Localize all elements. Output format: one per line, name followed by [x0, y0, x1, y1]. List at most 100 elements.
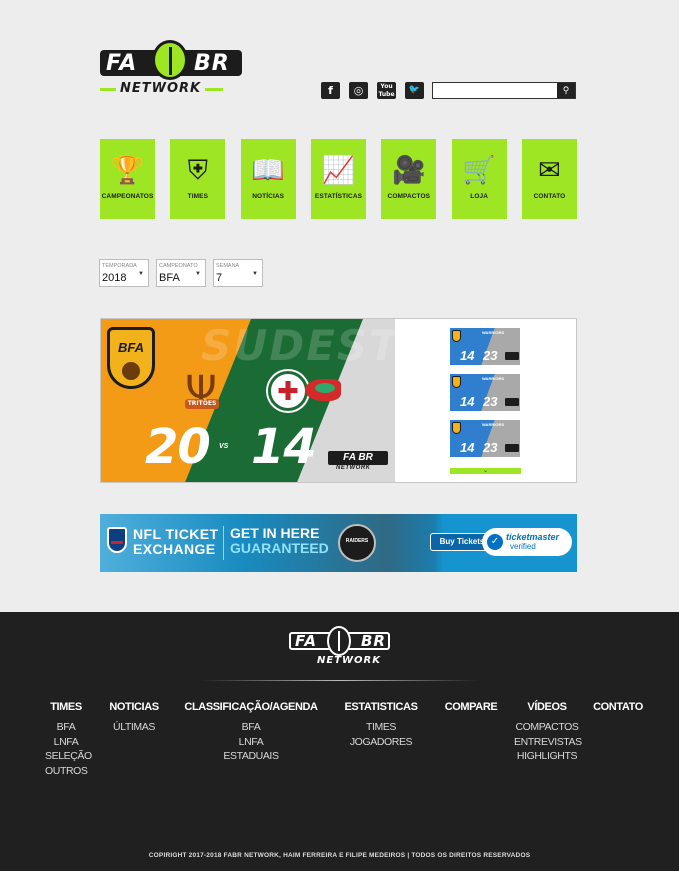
- footer-link[interactable]: OUTROS: [45, 764, 88, 779]
- season-select[interactable]: TEMPORADA 2018 ▼: [99, 259, 149, 287]
- site-footer: FA BR NETWORK TIMES BFA LNFA SELEÇÃO OUT…: [0, 612, 679, 871]
- footer-link[interactable]: COMPACTOS: [514, 720, 580, 735]
- footer-link[interactable]: JOGADORES: [344, 735, 418, 750]
- camera-icon: 🎥: [392, 155, 426, 186]
- logo-subtitle: NETWORK: [99, 81, 224, 96]
- region-title: SUDESTE: [201, 321, 395, 370]
- footer-logo[interactable]: FA BR NETWORK: [289, 626, 390, 666]
- team-name: WARRIORS: [482, 422, 504, 427]
- footer-heading[interactable]: ESTATISTICAS: [344, 701, 418, 713]
- main-nav-tiles: 🏆 CAMPEONATOS ⛨ TIMES 📖 NOTÍCIAS 📈 ESTAT…: [100, 139, 577, 219]
- score-b: 23: [483, 440, 498, 455]
- footer-col-contato: CONTATO: [589, 701, 647, 720]
- chart-icon: 📈: [321, 155, 356, 186]
- envelope-icon: ✉: [538, 155, 561, 186]
- ad-banner[interactable]: NFL TICKET EXCHANGE GET IN HERE GUARANTE…: [100, 514, 577, 572]
- footer-link[interactable]: ÚLTIMAS: [105, 720, 163, 735]
- chevron-down-icon: ⌄: [482, 468, 489, 474]
- footer-col-times: TIMES BFA LNFA SELEÇÃO OUTROS: [45, 701, 92, 779]
- search-input[interactable]: [433, 83, 558, 98]
- check-icon: ✓: [487, 534, 503, 550]
- nav-tile-loja[interactable]: 🛒 LOJA: [451, 139, 507, 219]
- nav-tile-label: NOTÍCIAS: [252, 193, 285, 200]
- footer-heading[interactable]: NOTICIAS: [105, 701, 163, 713]
- footer-link[interactable]: LNFA: [45, 735, 87, 750]
- game-thumbnail[interactable]: WARRIORS 14 23: [450, 328, 520, 365]
- footer-heading[interactable]: CONTATO: [589, 701, 647, 713]
- away-team-crest: [268, 371, 308, 411]
- raiders-logo: [338, 524, 376, 562]
- ad-cta: GET IN HERE GUARANTEED: [230, 525, 329, 556]
- team-name: WARRIORS: [482, 376, 504, 381]
- select-caption: TEMPORADA: [102, 263, 137, 269]
- football-icon: [327, 626, 351, 656]
- footer-link[interactable]: BFA: [184, 720, 318, 735]
- caret-down-icon: ▼: [195, 271, 201, 277]
- football-icon: [152, 40, 188, 80]
- game-thumbnail[interactable]: WARRIORS 14 23: [450, 420, 520, 457]
- week-select[interactable]: SEMANA 7 ▼: [213, 259, 263, 287]
- footer-link[interactable]: ENTREVISTAS: [514, 735, 582, 750]
- game-thumbnail-list: WARRIORS 14 23 WARRIORS 14 23 WARRIORS 1…: [450, 328, 522, 466]
- nav-tile-label: TIMES: [187, 193, 209, 200]
- ticketmaster-badge: ✓ ticketmaster verified: [482, 528, 572, 556]
- nav-tile-noticias[interactable]: 📖 NOTÍCIAS: [240, 139, 296, 219]
- caret-down-icon: ▼: [138, 271, 144, 277]
- load-more-button[interactable]: ⌄: [450, 468, 521, 474]
- instagram-icon[interactable]: ◎: [349, 82, 368, 99]
- ad-headline: NFL TICKET EXCHANGE: [133, 526, 219, 557]
- search-icon: ⚲: [562, 85, 570, 95]
- away-team-mascot: [305, 379, 341, 401]
- social-links: f ◎ You Tube 🐦: [321, 82, 424, 99]
- footer-link[interactable]: HIGHLIGHTS: [514, 749, 580, 764]
- score-b: 23: [483, 394, 498, 409]
- select-value: 7: [216, 272, 223, 284]
- footer-heading[interactable]: CLASSIFICAÇÃO/AGENDA: [184, 701, 318, 713]
- logo-word-right: BR: [194, 51, 230, 76]
- twitter-icon[interactable]: 🐦: [405, 82, 424, 99]
- footer-heading[interactable]: TIMES: [45, 701, 87, 713]
- game-thumbnail[interactable]: WARRIORS 14 23: [450, 374, 520, 411]
- featured-game-banner[interactable]: SUDESTE BFA ΨTRITÕES 20 VS 14 FA BR NETW…: [101, 319, 395, 482]
- footer-col-compare: COMPARE: [442, 701, 500, 720]
- footer-link[interactable]: TIMES: [344, 720, 418, 735]
- site-logo[interactable]: FA BR NETWORK: [99, 40, 242, 98]
- caret-down-icon: ▼: [252, 271, 258, 277]
- footer-link[interactable]: LNFA: [184, 735, 318, 750]
- search-box: ⚲: [432, 82, 576, 99]
- facebook-icon[interactable]: f: [321, 82, 340, 99]
- search-button[interactable]: ⚲: [557, 83, 575, 98]
- footer-link[interactable]: SELEÇÃO: [45, 749, 92, 764]
- nav-tile-times[interactable]: ⛨ TIMES: [170, 139, 226, 219]
- footer-heading[interactable]: VÍDEOS: [514, 701, 580, 713]
- select-caption: CAMPEONATO: [159, 263, 198, 269]
- footer-col-estatisticas: ESTATISTICAS TIMES JOGADORES: [344, 701, 418, 749]
- youtube-icon[interactable]: You Tube: [377, 82, 396, 99]
- championship-select[interactable]: CAMPEONATO BFA ▼: [156, 259, 206, 287]
- footer-col-videos: VÍDEOS COMPACTOS ENTREVISTAS HIGHLIGHTS: [514, 701, 582, 764]
- footer-link[interactable]: BFA: [45, 720, 87, 735]
- nav-tile-campeonatos[interactable]: 🏆 CAMPEONATOS: [100, 139, 155, 219]
- cart-icon: 🛒: [462, 155, 496, 186]
- league-badge: BFA: [107, 327, 155, 389]
- nav-tile-label: LOJA: [470, 193, 489, 200]
- book-icon: 📖: [251, 155, 285, 186]
- nav-tile-estatisticas[interactable]: 📈 ESTATÍSTICAS: [310, 139, 366, 219]
- nav-tile-label: ESTATÍSTICAS: [314, 193, 363, 200]
- score-a: 14: [460, 348, 475, 363]
- footer-heading[interactable]: COMPARE: [442, 701, 500, 713]
- nav-tile-contato[interactable]: ✉ CONTATO: [521, 139, 577, 219]
- score-a: 14: [460, 440, 475, 455]
- trophy-icon: 🏆: [110, 155, 145, 186]
- nav-tile-compactos[interactable]: 🎥 COMPACTOS: [381, 139, 437, 219]
- home-team-crest: Ψ TRITÕES: [181, 363, 221, 419]
- select-value: 2018: [102, 272, 127, 284]
- footer-col-noticias: NOTICIAS ÚLTIMAS: [105, 701, 163, 735]
- nav-tile-label: CAMPEONATOS: [101, 193, 154, 200]
- logo-word-left: FA: [106, 51, 138, 76]
- nav-tile-label: CONTATO: [533, 193, 566, 200]
- footer-link[interactable]: ESTADUAIS: [184, 749, 318, 764]
- score-b: 23: [483, 348, 498, 363]
- footer-divider: [200, 680, 479, 681]
- league-badge: [452, 422, 461, 434]
